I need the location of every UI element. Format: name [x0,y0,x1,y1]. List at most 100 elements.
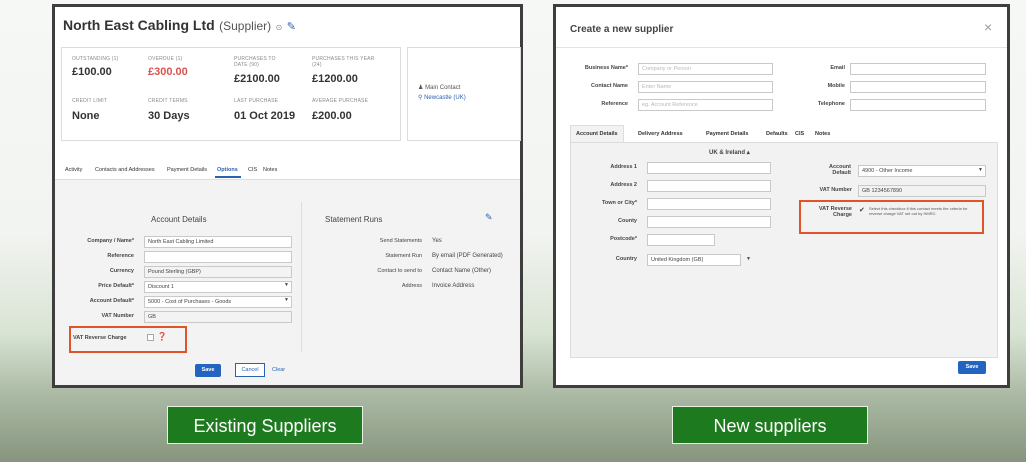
supplier-header: North East Cabling Ltd (Supplier) ⊙ ✎ [63,17,296,35]
existing-suppliers-caption: Existing Suppliers [167,406,363,444]
mobile-input[interactable] [850,81,986,93]
tab-account-details[interactable]: Account Details [576,131,618,137]
tab-options[interactable]: Options [217,167,238,173]
statement-runs-heading: Statement Runs [325,215,383,224]
stat-label: PURCHASES THIS YEAR (24) [312,56,375,68]
business-name-input[interactable]: Company or Person [638,63,773,75]
currency-value: Pound Sterling (GBP) [144,266,292,278]
tab-contacts[interactable]: Contacts and Addresses [95,167,155,173]
dropdown-arrow-icon: ▼ [284,282,289,288]
statement-value: By email (PDF Generated) [432,253,503,259]
field-label: Town or City* [601,200,637,206]
statement-label: Send Statements [379,238,422,244]
statement-label: Address [401,283,422,289]
account-default-select[interactable]: 5000 - Cost of Purchases - Goods [144,296,292,308]
field-label: VAT Number [819,187,853,193]
save-button[interactable]: Save [958,361,986,374]
telephone-input[interactable] [850,99,986,111]
location-pin-icon: ⚲ [418,95,423,101]
county-input[interactable] [647,216,771,228]
tab-payment-details[interactable]: Payment Details [706,131,749,137]
help-icon[interactable]: ❓ [157,332,167,341]
stat-value: £100.00 [72,66,112,78]
field-label: Country [615,256,637,262]
dropdown-arrow-icon: ▼ [978,167,983,173]
field-label: Price Default* [98,283,134,289]
region-label: UK & Ireland [709,150,746,156]
stat-value: £200.00 [312,110,352,122]
save-button[interactable]: Save [195,364,221,377]
supplier-title: North East Cabling Ltd [63,17,215,33]
stat-value: None [72,110,100,122]
edit-pencil-icon[interactable]: ✎ [485,212,493,223]
postcode-input[interactable] [647,234,715,246]
field-label: Mobile [827,83,845,89]
country-select[interactable]: United Kingdom (GB) [647,254,741,266]
stat-label: LAST PURCHASE [234,98,279,104]
vat-reverse-label: VAT Reverse Charge [73,335,127,341]
stat-label: CREDIT TERMS [148,98,188,104]
statement-label: Contact to send to [377,268,422,274]
field-label: Account Default [829,164,851,176]
reference-input[interactable] [144,251,292,263]
active-tab-indicator [215,176,241,178]
stats-card: OUTSTANDING (1) £100.00 OVERDUE (1) £300… [61,47,401,141]
vat-reverse-label: VAT Reverse Charge [818,206,852,218]
stat-label: OUTSTANDING (1) [72,56,119,62]
statement-label: Statement Run [385,253,422,259]
stat-label: CREDIT LIMIT [72,98,108,104]
address1-input[interactable] [647,162,771,174]
tab-activity[interactable]: Activity [65,167,82,173]
tab-cis[interactable]: CIS [248,167,257,173]
main-contact-label: Main Contact [425,85,461,91]
tab-cis[interactable]: CIS [795,131,804,137]
email-input[interactable] [850,63,986,75]
stat-label: PURCHASES TO DATE (90) [234,56,276,68]
field-label: Email [830,65,845,71]
new-suppliers-caption: New suppliers [672,406,868,444]
statement-value: Invoice Address [432,283,475,289]
tab-notes[interactable]: Notes [263,167,277,173]
company-name-input[interactable]: North East Cabling Limited [144,236,292,248]
stat-value[interactable]: £300.00 [148,66,188,78]
contact-card: ♟ Main Contact ⚲ Newcastle (UK) [407,47,521,141]
tab-payment-details[interactable]: Payment Details [167,167,207,173]
town-input[interactable] [647,198,771,210]
caret-up-icon: ▴ [746,150,750,156]
header-divider [556,47,1007,48]
stat-label: OVERDUE (1) [148,56,183,62]
dropdown-arrow-icon: ▼ [284,297,289,303]
field-label: Account Default* [89,298,134,304]
vat-number-input[interactable]: GB 1234567890 [858,185,986,197]
field-label: Business Name* [584,65,628,71]
location-link[interactable]: Newcastle (UK) [424,95,466,101]
field-label: Contact Name [591,83,628,89]
price-default-select[interactable]: Discount 1 [144,281,292,293]
account-details-heading: Account Details [151,215,207,224]
reference-input[interactable]: eg. Account Reference [638,99,773,111]
edit-pencil-icon[interactable]: ✎ [287,21,296,33]
address2-input[interactable] [647,180,771,192]
field-label: Address 2 [610,182,637,188]
tab-delivery-address[interactable]: Delivery Address [638,131,683,137]
vat-reverse-checkbox[interactable]: ✔ [859,206,865,214]
vat-reverse-hint: Select this checkbox if this contact mee… [869,206,968,216]
tab-defaults[interactable]: Defaults [766,131,788,137]
dropdown-arrow-icon: ▼ [746,256,751,262]
tab-notes[interactable]: Notes [815,131,830,137]
region-toggle[interactable]: UK & Ireland ▴ [709,149,750,156]
contact-name-input[interactable]: Enter Name [638,81,773,93]
vat-number-input[interactable]: GB [144,311,292,323]
existing-supplier-screenshot: North East Cabling Ltd (Supplier) ⊙ ✎ OU… [52,4,523,388]
statement-value: Yes [432,238,442,244]
field-label: Address 1 [610,164,637,170]
close-icon[interactable]: × [984,19,992,35]
supplier-type: (Supplier) [219,19,272,33]
vat-reverse-checkbox[interactable] [147,334,154,341]
clear-link[interactable]: Clear [272,367,285,373]
stat-value: 01 Oct 2019 [234,110,296,122]
stat-value: £1200.00 [312,73,358,85]
statement-value: Contact Name (Other) [432,268,492,274]
account-default-select[interactable]: 4900 - Other Income [858,165,986,177]
cancel-button[interactable]: Cancel [235,363,265,377]
